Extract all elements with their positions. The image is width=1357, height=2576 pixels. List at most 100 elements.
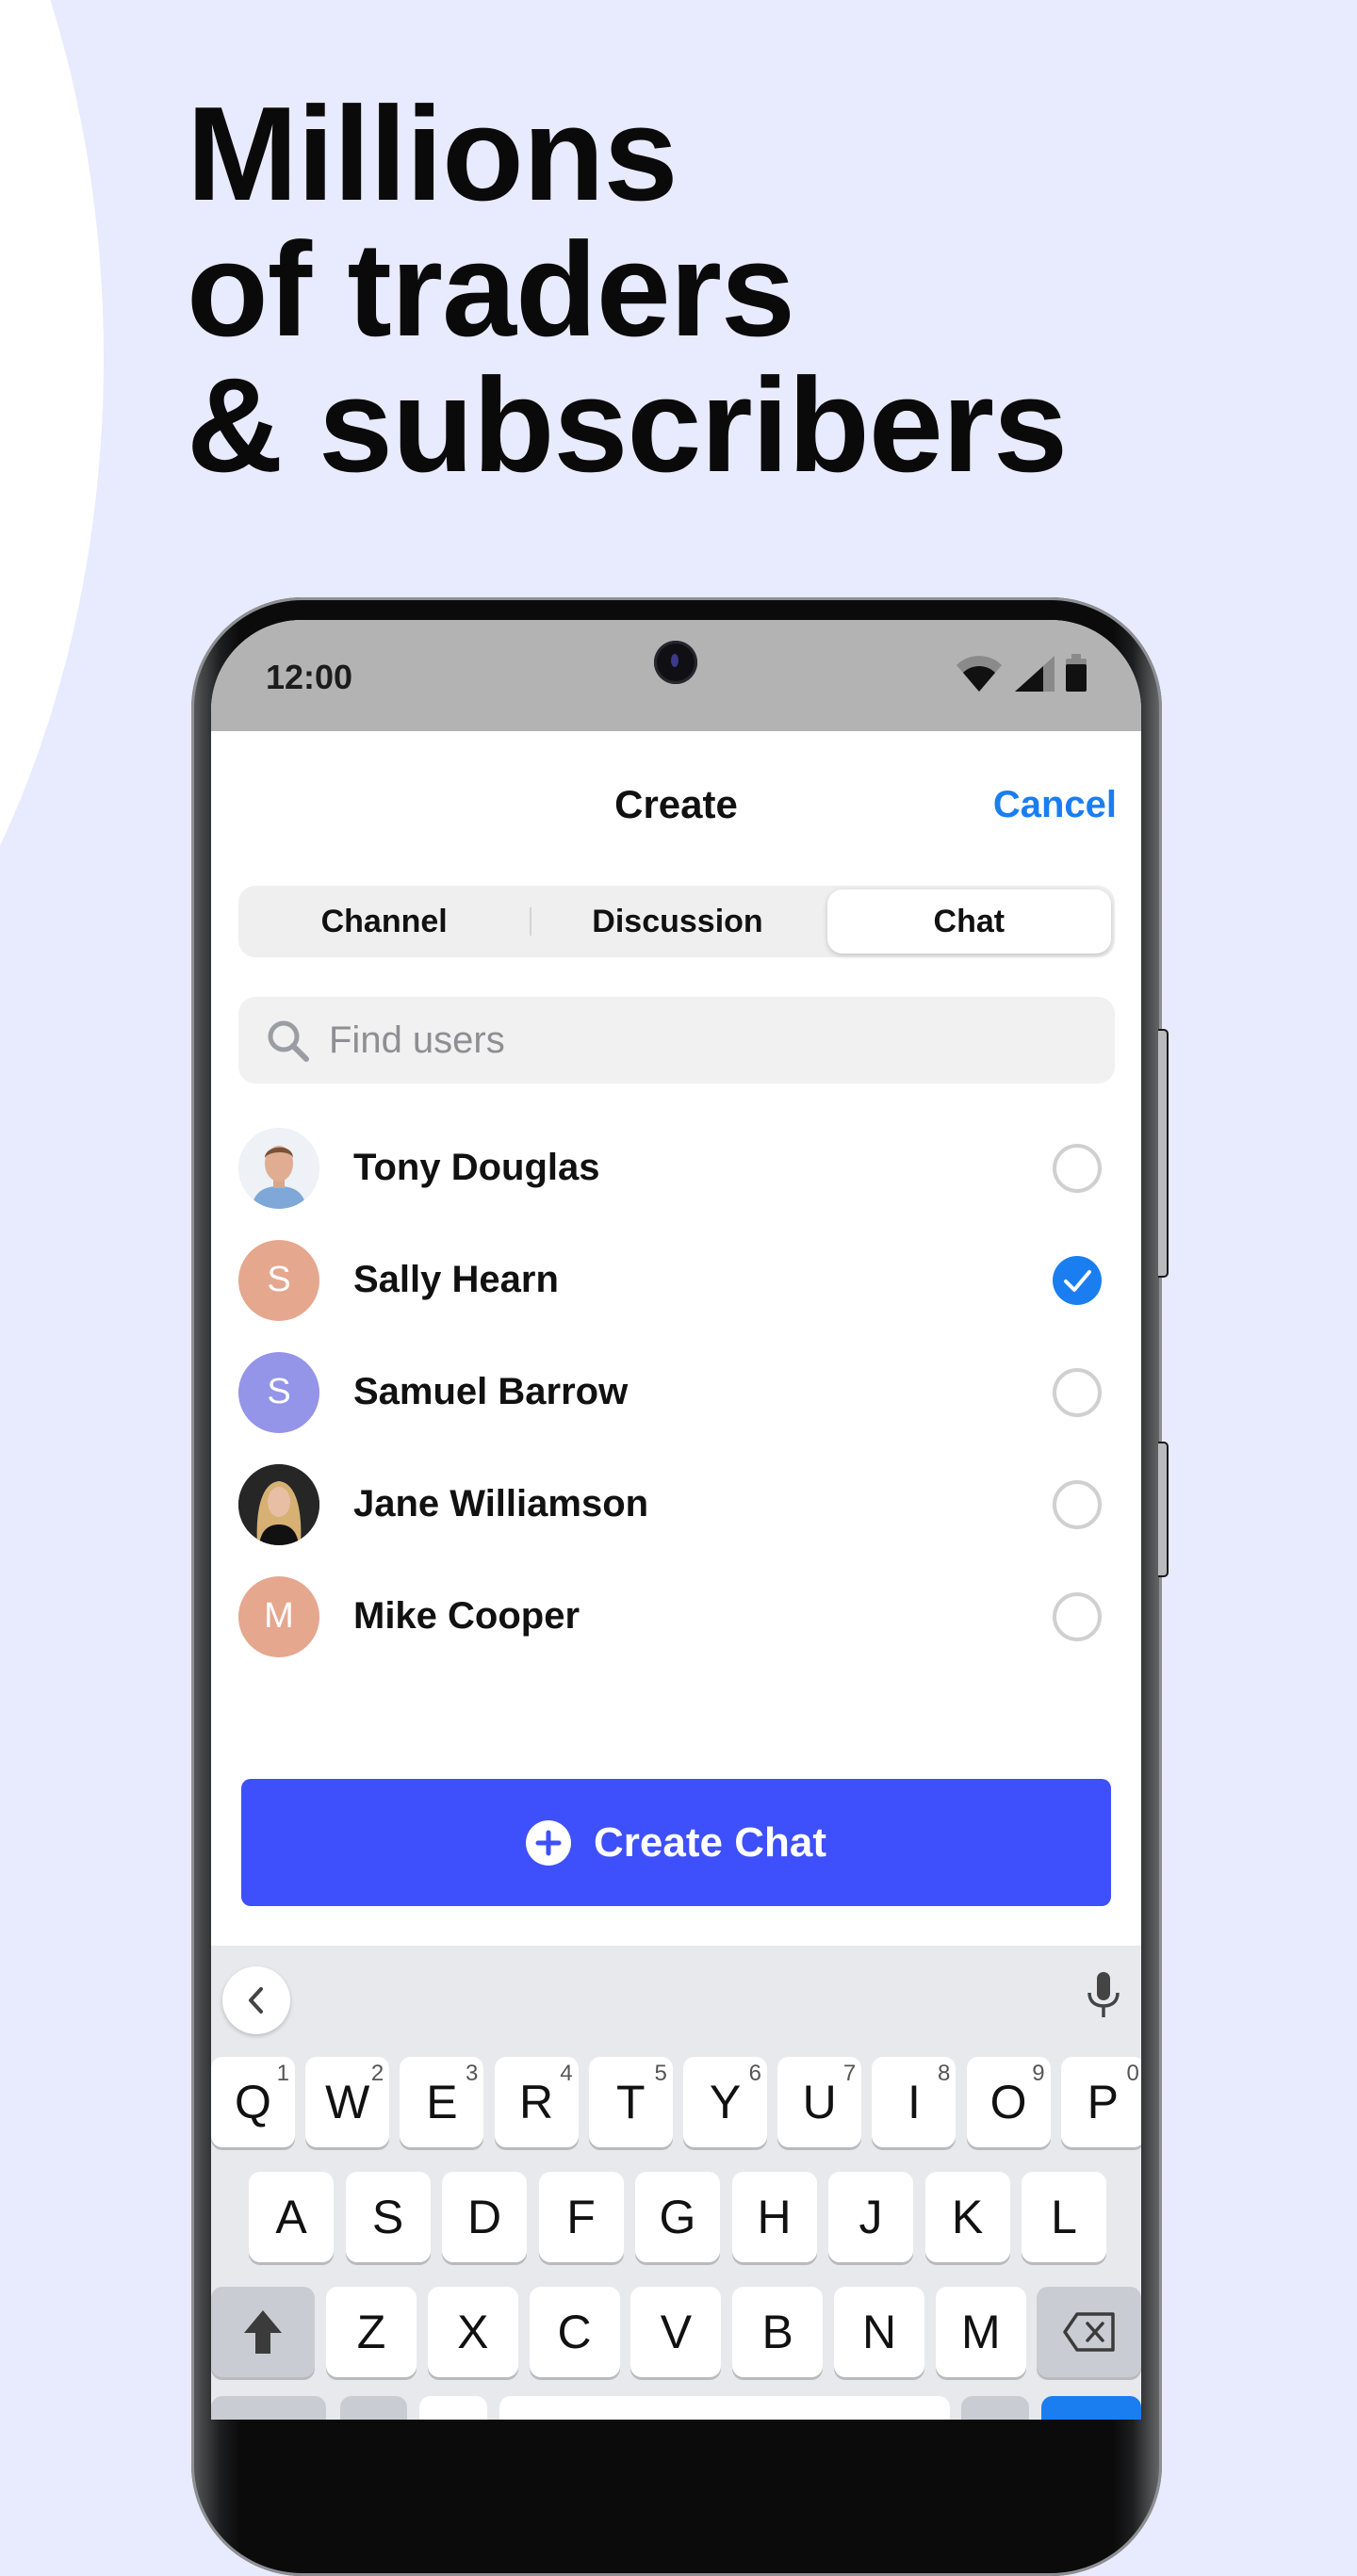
key-h[interactable]: H (731, 2172, 817, 2262)
key-z[interactable]: Z (326, 2287, 417, 2377)
user-row-jane-williamson[interactable]: Jane Williamson (238, 1448, 1115, 1560)
user-name: Sally Hearn (353, 1259, 559, 1300)
key-a[interactable]: A (249, 2172, 334, 2262)
phone-screen: 12:00 Create Cancel Channel Discussion C… (211, 620, 1141, 2420)
shift-key[interactable] (211, 2287, 315, 2377)
select-radio[interactable] (1053, 1367, 1102, 1417)
phone-power-button (1158, 1029, 1169, 1278)
select-radio[interactable] (1053, 1591, 1102, 1641)
keyboard-row-3: ZXCVBNM (211, 2287, 1141, 2379)
key-k[interactable]: K (924, 2172, 1010, 2262)
emoji-key[interactable] (340, 2396, 407, 2420)
key-label: P (1087, 2076, 1119, 2128)
key-label: E (426, 2076, 458, 2128)
find-users-input[interactable] (327, 1018, 1085, 1063)
period-key[interactable] (961, 2396, 1029, 2420)
key-number-hint: 9 (1032, 2061, 1045, 2086)
avatar-initial: S (238, 1351, 319, 1433)
key-q[interactable]: Q1 (211, 2057, 295, 2147)
key-number-hint: 0 (1126, 2061, 1139, 2086)
user-row-mike-cooper[interactable]: M Mike Cooper (238, 1560, 1115, 1672)
key-i[interactable]: I8 (872, 2057, 956, 2147)
comma-key[interactable] (419, 2396, 487, 2420)
key-number-hint: 8 (938, 2061, 951, 2086)
space-key[interactable] (499, 2396, 950, 2420)
keyboard-row-2: ASDFGHJKL (211, 2172, 1141, 2264)
avatar-initial: S (238, 1239, 319, 1321)
key-f[interactable]: F (538, 2172, 624, 2262)
key-n[interactable]: N (834, 2287, 924, 2377)
person-photo-icon (238, 1463, 319, 1545)
user-name: Jane Williamson (353, 1483, 649, 1524)
key-p[interactable]: P0 (1060, 2057, 1141, 2147)
key-number-hint: 3 (466, 2061, 479, 2086)
checkmark-icon (1064, 1269, 1091, 1292)
create-type-tabs: Channel Discussion Chat (238, 886, 1115, 957)
key-c[interactable]: C (529, 2287, 620, 2377)
enter-key[interactable] (1041, 2396, 1141, 2420)
key-label: I (907, 2076, 921, 2128)
tab-divider (530, 907, 532, 936)
signal-icon (1015, 656, 1055, 692)
key-number-hint: 6 (748, 2061, 761, 2086)
battery-icon (1066, 654, 1087, 692)
headline-line-2: of traders (187, 215, 795, 365)
avatar-photo (238, 1127, 319, 1209)
key-y[interactable]: Y6 (683, 2057, 767, 2147)
user-row-tony-douglas[interactable]: Tony Douglas (238, 1112, 1115, 1224)
headline-line-1: Millions (187, 79, 678, 229)
create-chat-label: Create Chat (594, 1818, 826, 1866)
wifi-icon (956, 656, 1002, 692)
key-o[interactable]: O9 (966, 2057, 1051, 2147)
key-u[interactable]: U7 (777, 2057, 862, 2147)
cancel-button[interactable]: Cancel (993, 784, 1117, 826)
key-number-hint: 2 (370, 2061, 384, 2086)
key-d[interactable]: D (442, 2172, 527, 2262)
key-e[interactable]: E3 (400, 2057, 484, 2147)
select-radio-checked[interactable] (1053, 1255, 1102, 1305)
key-r[interactable]: R4 (494, 2057, 579, 2147)
symbols-key[interactable] (211, 2396, 326, 2420)
key-w[interactable]: W2 (305, 2057, 390, 2147)
key-t[interactable]: T5 (588, 2057, 673, 2147)
key-j[interactable]: J (828, 2172, 913, 2262)
chevron-left-icon (249, 1987, 263, 2014)
key-number-hint: 5 (654, 2061, 667, 2086)
background-arc (0, 0, 104, 1206)
key-x[interactable]: X (427, 2287, 518, 2377)
key-v[interactable]: V (630, 2287, 722, 2377)
key-l[interactable]: L (1022, 2172, 1106, 2262)
tab-chat[interactable]: Chat (826, 889, 1111, 954)
backspace-key[interactable] (1037, 2287, 1141, 2377)
headline-line-3: & subscribers (187, 351, 1068, 500)
key-s[interactable]: S (345, 2172, 431, 2262)
user-row-samuel-barrow[interactable]: S Samuel Barrow (238, 1336, 1115, 1448)
key-label: O (989, 2076, 1027, 2128)
key-label: W (325, 2076, 370, 2128)
front-camera (654, 641, 697, 684)
user-name: Tony Douglas (353, 1147, 600, 1188)
promo-headline: Millions of traders & subscribers (187, 79, 1068, 500)
shift-arrow-icon (244, 2310, 282, 2354)
on-screen-keyboard: Q1W2E3R4T5Y6U7I8O9P0 ASDFGHJKL ZXCVBNM (211, 1946, 1141, 2420)
person-photo-icon (238, 1127, 319, 1209)
key-number-hint: 4 (560, 2061, 573, 2086)
keyboard-collapse-button[interactable] (222, 1966, 290, 2034)
create-chat-button[interactable]: Create Chat (241, 1779, 1111, 1906)
key-label: R (519, 2076, 554, 2128)
user-name: Mike Cooper (353, 1595, 580, 1637)
select-radio[interactable] (1053, 1479, 1102, 1529)
key-g[interactable]: G (635, 2172, 720, 2262)
search-bar (238, 997, 1115, 1084)
avatar-photo (238, 1463, 319, 1545)
tab-channel[interactable]: Channel (242, 889, 526, 954)
search-icon (268, 1020, 309, 1062)
select-radio[interactable] (1053, 1143, 1102, 1193)
microphone-icon[interactable] (1085, 1972, 1122, 2019)
key-m[interactable]: M (935, 2287, 1026, 2377)
key-b[interactable]: B (732, 2287, 824, 2377)
keyboard-row-1: Q1W2E3R4T5Y6U7I8O9P0 (211, 2057, 1141, 2149)
tab-discussion[interactable]: Discussion (535, 889, 819, 954)
key-label: U (802, 2076, 837, 2128)
user-row-sally-hearn[interactable]: S Sally Hearn (238, 1224, 1115, 1336)
